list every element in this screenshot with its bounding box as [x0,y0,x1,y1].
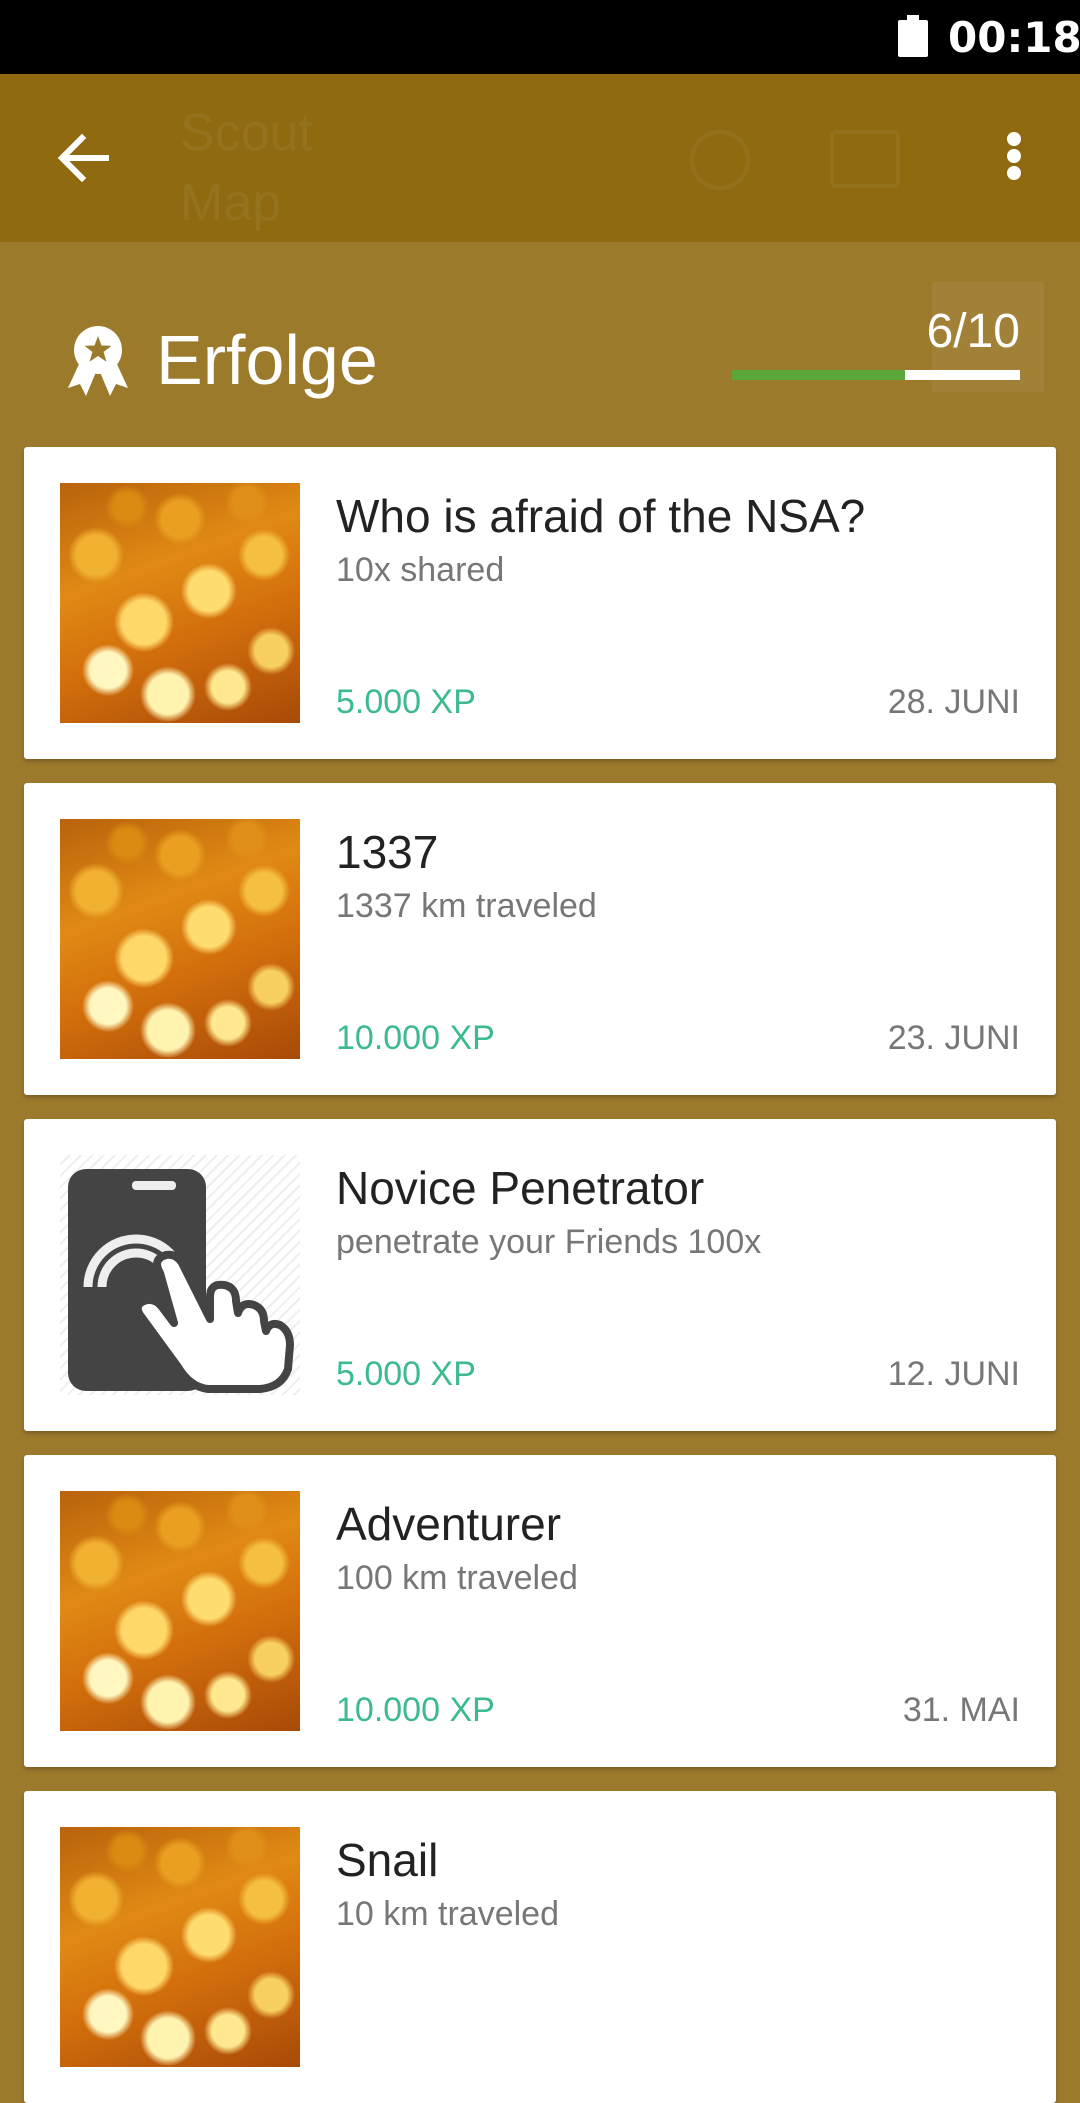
achievements-header: Erfolge 6/10 [0,242,1080,442]
achievement-subtitle: 10 km traveled [336,1895,559,1933]
battery-icon [898,15,928,57]
achievement-image [60,483,300,723]
achievement-title: Adventurer [336,1498,562,1550]
achievement-title: Novice Penetrator [336,1162,705,1214]
award-ribbon-icon [66,322,130,398]
ghost-image-icon [830,130,900,188]
achievement-image [60,819,300,1059]
achievement-title: Who is afraid of the NSA? [336,490,866,542]
achievement-xp: 10.000 XP [336,1019,495,1057]
back-arrow-icon[interactable] [52,126,116,190]
touch-phone-icon [60,1155,300,1395]
achievement-card[interactable]: Adventurer 100 km traveled 10.000 XP 31.… [24,1455,1056,1767]
progress-count: 6/10 [926,305,1020,358]
achievement-card[interactable]: Snail 10 km traveled [24,1791,1056,2103]
achievement-card[interactable]: Novice Penetrator penetrate your Friends… [24,1119,1056,1431]
more-options-icon[interactable] [990,124,1038,188]
achievement-xp: 5.000 XP [336,1355,476,1393]
achievement-date: 28. JUNI [887,683,1020,721]
achievement-subtitle: 1337 km traveled [336,887,597,925]
achievement-date: 12. JUNI [887,1355,1020,1393]
achievement-card[interactable]: Who is afraid of the NSA? 10x shared 5.0… [24,447,1056,759]
status-bar: 00:18 [0,0,1080,74]
achievement-xp: 5.000 XP [336,683,476,721]
ghost-app-title: Scout Map [180,104,313,232]
achievement-date: 23. JUNI [887,1019,1020,1057]
progress-bar-fill [732,370,905,380]
ghost-refresh-icon [690,130,750,190]
achievement-subtitle: penetrate your Friends 100x [336,1223,762,1261]
achievement-title: 1337 [336,826,439,878]
progress-bar [732,370,1020,380]
achievement-image [60,1827,300,2067]
app-bar: Scout Map [0,74,1080,242]
achievement-subtitle: 10x shared [336,551,505,589]
achievement-image [60,1491,300,1731]
achievement-subtitle: 100 km traveled [336,1559,578,1597]
achievement-date: 31. MAI [902,1691,1020,1729]
status-time: 00:18 [948,13,1080,62]
achievement-xp: 10.000 XP [336,1691,495,1729]
section-title: Erfolge [156,321,378,399]
achievement-card[interactable]: 1337 1337 km traveled 10.000 XP 23. JUNI [24,783,1056,1095]
achievement-title: Snail [336,1834,439,1886]
